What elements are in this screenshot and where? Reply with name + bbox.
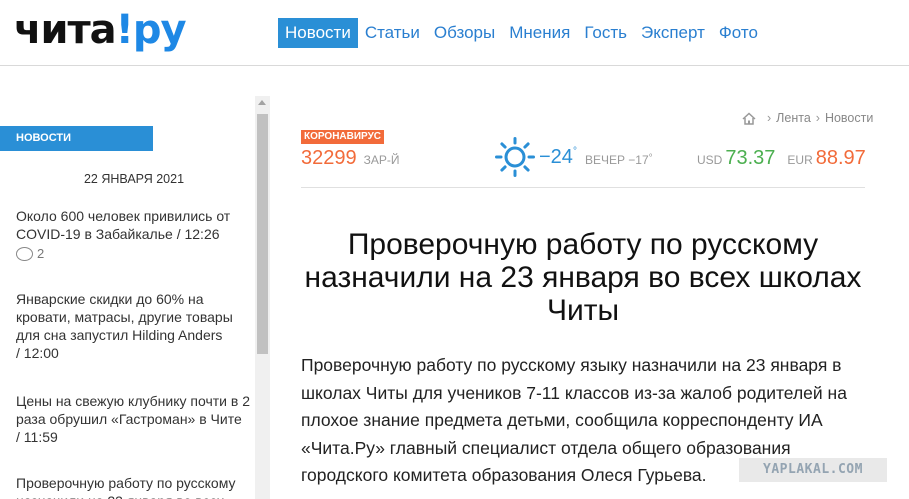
covid-label: ЗАР-Й <box>363 153 400 167</box>
sun-icon <box>495 137 535 177</box>
divider <box>301 187 865 188</box>
temperature-now: −24° <box>539 145 577 168</box>
sidebar-scrollbar[interactable] <box>255 96 270 499</box>
logo-accent-text: !ру <box>115 7 187 53</box>
main-nav: Новости Статьи Обзоры Мнения Гость Экспе… <box>278 18 765 48</box>
breadcrumb: › Лента › Новости <box>742 111 873 125</box>
comment-bubble-icon <box>16 247 33 261</box>
news-sidebar: НОВОСТИ 22 ЯНВАРЯ 2021 Около 600 человек… <box>0 98 256 499</box>
currency-rates[interactable]: USD 73.37 EUR 88.97 <box>697 147 866 170</box>
nav-item-reviews[interactable]: Обзоры <box>427 18 502 48</box>
news-item-time: / 11:59 <box>16 429 58 445</box>
news-item-time: / 12:26 <box>176 226 220 242</box>
site-logo[interactable]: чита !ру <box>14 7 187 53</box>
logo-main-text: чита <box>14 7 117 53</box>
nav-item-opinions[interactable]: Мнения <box>502 18 577 48</box>
covid-number: 32299 <box>301 147 357 169</box>
temperature-evening: ВЕЧЕР −17° <box>584 152 653 167</box>
sidebar-date: 22 ЯНВАРЯ 2021 <box>83 172 185 186</box>
nav-item-articles[interactable]: Статьи <box>358 18 427 48</box>
scroll-thumb[interactable] <box>257 114 268 354</box>
breadcrumb-item-news[interactable]: Новости <box>825 111 873 125</box>
news-list-item[interactable]: Январские скидки до 60% на кровати, матр… <box>16 290 254 362</box>
comments-number: 2 <box>37 246 45 261</box>
news-list-item[interactable]: Цены на свежую клубнику почти в 2 раза о… <box>16 392 254 446</box>
nav-item-guest[interactable]: Гость <box>577 18 634 48</box>
chevron-right-icon: › <box>815 111 820 125</box>
home-icon[interactable] <box>742 111 756 125</box>
breadcrumb-item-feed[interactable]: Лента <box>776 111 811 125</box>
news-list-item[interactable]: Проверочную работу по русскому назначили… <box>16 474 254 499</box>
nav-item-photo[interactable]: Фото <box>712 18 765 48</box>
nav-item-news[interactable]: Новости <box>278 18 358 48</box>
site-header: чита !ру Новости Статьи Обзоры Мнения Гос… <box>0 0 909 66</box>
usd-value: 73.37 <box>725 147 776 169</box>
article-title: Проверочную работу по русскому назначили… <box>304 228 862 327</box>
news-item-title[interactable]: Январские скидки до 60% на кровати, матр… <box>16 291 233 343</box>
scroll-up-arrow-icon[interactable] <box>258 100 266 105</box>
sidebar-section-label[interactable]: НОВОСТИ <box>0 126 153 151</box>
news-item-time: / 12:00 <box>16 345 59 361</box>
chevron-right-icon: › <box>767 111 772 125</box>
comments-count[interactable]: 2 <box>16 245 254 263</box>
news-list-item[interactable]: Около 600 человек привились от COVID-19 … <box>16 207 254 263</box>
weather-widget[interactable]: −24° ВЕЧЕР −17° <box>494 136 653 178</box>
watermark-logo: YAPLAKAL.COM <box>739 458 887 482</box>
covid-stats[interactable]: 32299 ЗАР-Й <box>301 147 400 170</box>
eur-value: 88.97 <box>815 147 866 169</box>
news-item-title[interactable]: Цены на свежую клубнику почти в 2 раза о… <box>16 393 250 427</box>
news-item-title[interactable]: Проверочную работу по русскому назначили… <box>16 475 236 499</box>
eur-label: EUR <box>787 153 813 167</box>
usd-label: USD <box>697 153 723 167</box>
nav-item-expert[interactable]: Эксперт <box>634 18 712 48</box>
covid-tag[interactable]: КОРОНАВИРУС <box>301 130 385 144</box>
